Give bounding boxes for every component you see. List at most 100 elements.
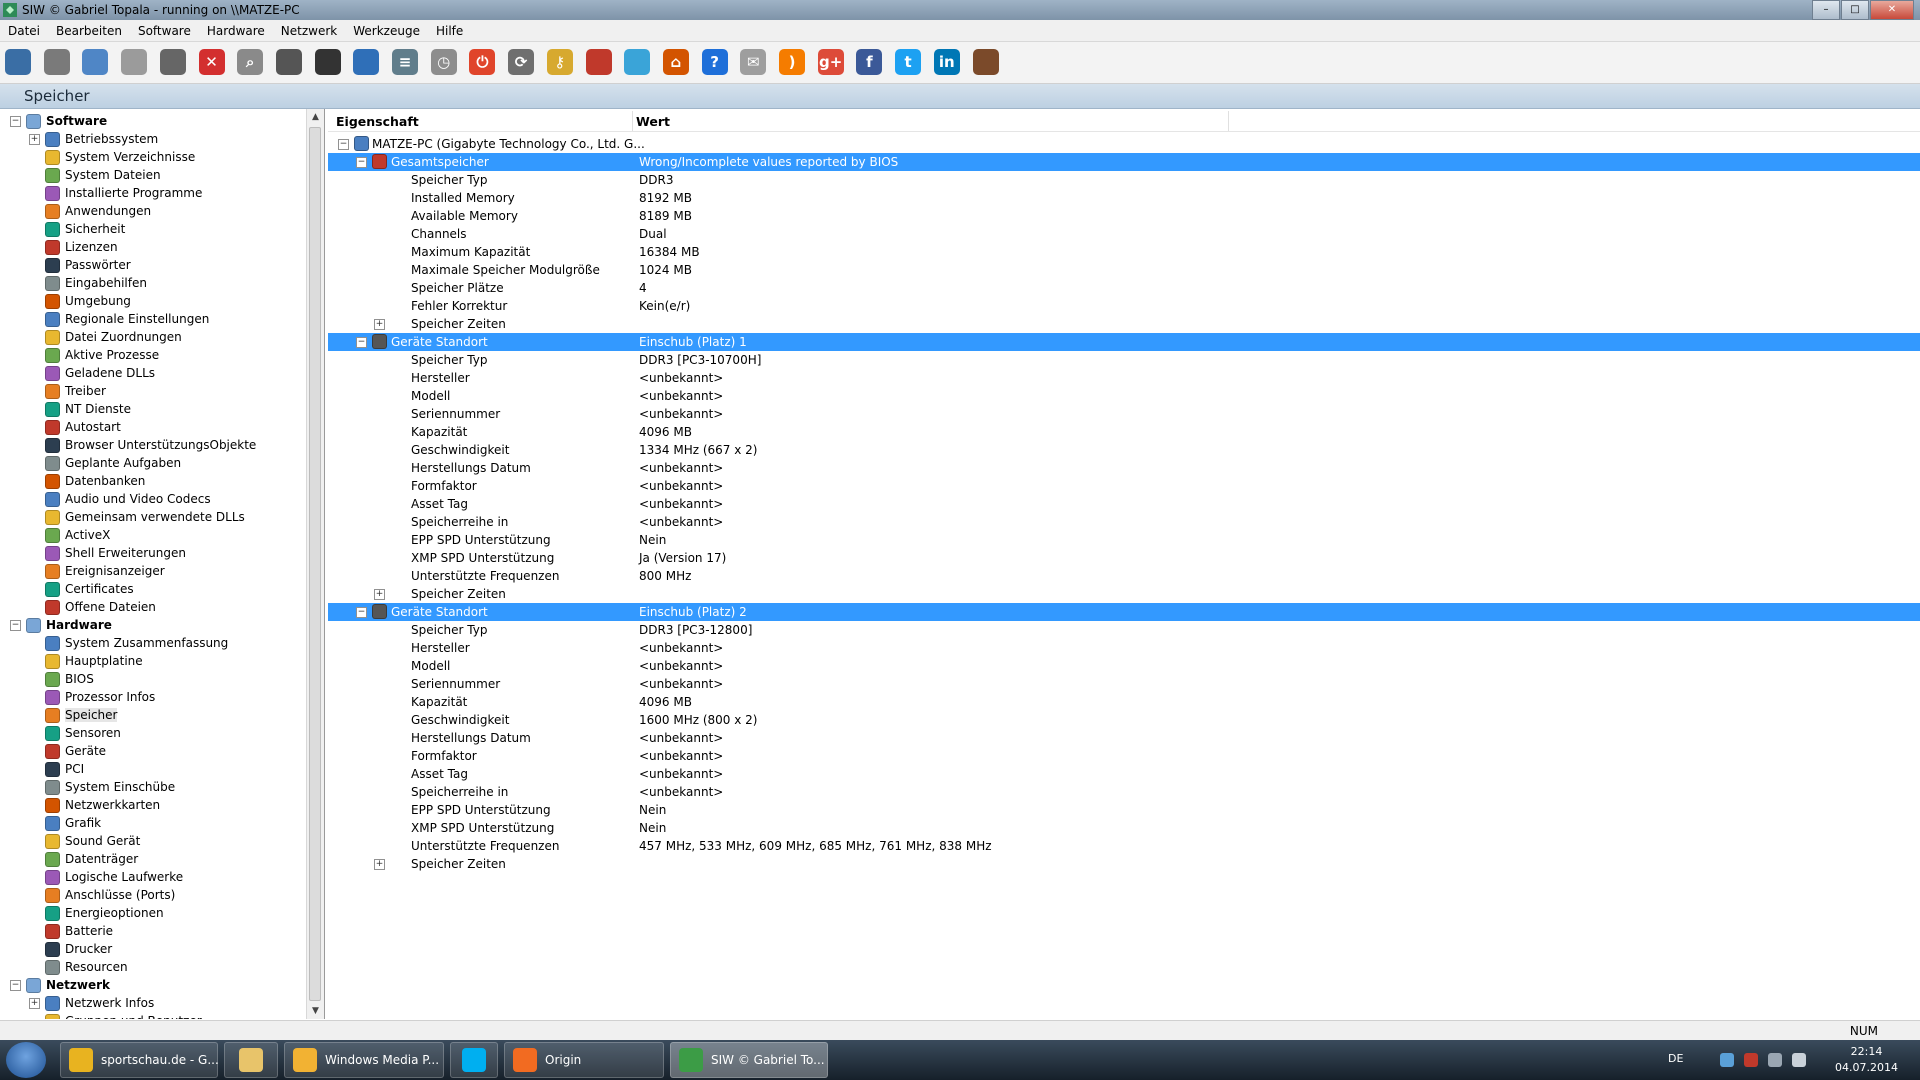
tree-item[interactable]: Geladene DLLs: [29, 364, 155, 382]
property-row[interactable]: − MATZE-PC (Gigabyte Technology Co., Ltd.…: [328, 135, 1920, 153]
property-row[interactable]: Speicher Typ DDR3: [328, 171, 1920, 189]
scroll-down-button[interactable]: ▼: [307, 1003, 324, 1019]
property-row[interactable]: EPP SPD Unterstützung Nein: [328, 801, 1920, 819]
shutdown-button[interactable]: ⏻: [466, 46, 498, 78]
tree-item[interactable]: Logische Laufwerke: [29, 868, 183, 886]
property-row[interactable]: Modell <unbekannt>: [328, 657, 1920, 675]
property-row[interactable]: Kapazität 4096 MB: [328, 693, 1920, 711]
collapse-toggle[interactable]: −: [356, 157, 367, 168]
compass-button[interactable]: [273, 46, 305, 78]
close-button[interactable]: ✕: [1870, 0, 1914, 20]
tree-item[interactable]: Datei Zuordnungen: [29, 328, 182, 346]
tree-item[interactable]: Lizenzen: [29, 238, 118, 256]
tree-item[interactable]: System Dateien: [29, 166, 161, 184]
property-row[interactable]: Asset Tag <unbekannt>: [328, 765, 1920, 783]
cut-button[interactable]: [41, 46, 73, 78]
paste-button[interactable]: [118, 46, 150, 78]
tree-item[interactable]: + Netzwerk Infos: [29, 994, 154, 1012]
tree-item[interactable]: Drucker: [29, 940, 112, 958]
list-button[interactable]: ≡: [389, 46, 421, 78]
tree-item[interactable]: Datenträger: [29, 850, 138, 868]
property-row[interactable]: Modell <unbekannt>: [328, 387, 1920, 405]
tree-item[interactable]: Sensoren: [29, 724, 121, 742]
tree-item[interactable]: ActiveX: [29, 526, 110, 544]
property-row[interactable]: Speicher Typ DDR3 [PC3-10700H]: [328, 351, 1920, 369]
tree-item[interactable]: System Einschübe: [29, 778, 175, 796]
tree-category-network[interactable]: − Netzwerk: [10, 976, 110, 994]
tree-item[interactable]: Energieoptionen: [29, 904, 164, 922]
tree-item[interactable]: Geräte: [29, 742, 106, 760]
collapse-toggle[interactable]: −: [10, 979, 21, 991]
tree-item[interactable]: Resourcen: [29, 958, 128, 976]
help-button[interactable]: ?: [699, 46, 731, 78]
tree-item[interactable]: Treiber: [29, 382, 106, 400]
stop-button[interactable]: ✕: [196, 46, 228, 78]
linkedin-button[interactable]: in: [931, 46, 963, 78]
save-button[interactable]: [2, 46, 34, 78]
taskbar-item-chrome[interactable]: sportschau.de - G...: [60, 1042, 219, 1078]
menu-werkzeuge[interactable]: Werkzeuge: [345, 24, 428, 38]
tree-item[interactable]: Anschlüsse (Ports): [29, 886, 175, 904]
menu-hilfe[interactable]: Hilfe: [428, 24, 471, 38]
tree-item[interactable]: NT Dienste: [29, 400, 131, 418]
property-row[interactable]: Hersteller <unbekannt>: [328, 369, 1920, 387]
collapse-toggle[interactable]: −: [10, 115, 21, 127]
tree-item[interactable]: Sound Gerät: [29, 832, 140, 850]
tree-item[interactable]: Gemeinsam verwendete DLLs: [29, 508, 245, 526]
minimize-button[interactable]: –: [1812, 0, 1840, 20]
menu-datei[interactable]: Datei: [0, 24, 48, 38]
property-row[interactable]: Maximale Speicher Modulgröße 1024 MB: [328, 261, 1920, 279]
scroll-thumb[interactable]: [309, 127, 321, 1001]
collapse-toggle[interactable]: −: [10, 619, 21, 631]
expand-toggle[interactable]: +: [374, 589, 385, 600]
property-row[interactable]: Geschwindigkeit 1334 MHz (667 x 2): [328, 441, 1920, 459]
collapse-toggle[interactable]: −: [338, 139, 349, 150]
tree-item[interactable]: BIOS: [29, 670, 94, 688]
property-row[interactable]: + Speicher Zeiten: [328, 315, 1920, 333]
collapse-toggle[interactable]: −: [356, 337, 367, 348]
antivirus-tray-icon[interactable]: [1744, 1053, 1758, 1067]
search-button[interactable]: ⌕: [234, 46, 266, 78]
tree-item[interactable]: Ereignisanzeiger: [29, 562, 165, 580]
column-header-property[interactable]: Eigenschaft: [336, 114, 419, 129]
menu-software[interactable]: Software: [130, 24, 199, 38]
tree-item[interactable]: Installierte Programme: [29, 184, 202, 202]
flag-tray-icon[interactable]: [1768, 1053, 1782, 1067]
property-row[interactable]: Speicherreihe in <unbekannt>: [328, 783, 1920, 801]
tree-item[interactable]: System Zusammenfassung: [29, 634, 228, 652]
timer-button[interactable]: ◷: [428, 46, 460, 78]
tree-item[interactable]: Prozessor Infos: [29, 688, 155, 706]
google-plus-button[interactable]: g+: [815, 46, 847, 78]
property-row[interactable]: Speicher Plätze 4: [328, 279, 1920, 297]
expand-toggle[interactable]: +: [29, 997, 40, 1009]
tree-item[interactable]: Umgebung: [29, 292, 131, 310]
language-indicator[interactable]: DE: [1668, 1052, 1683, 1065]
tree-item[interactable]: Datenbanken: [29, 472, 145, 490]
tree-scrollbar[interactable]: ▲ ▼: [306, 109, 324, 1019]
coffee-button[interactable]: [970, 46, 1002, 78]
monitor-button[interactable]: [312, 46, 344, 78]
property-row[interactable]: Geschwindigkeit 1600 MHz (800 x 2): [328, 711, 1920, 729]
property-row[interactable]: Unterstützte Frequenzen 457 MHz, 533 MHz,…: [328, 837, 1920, 855]
expand-toggle[interactable]: +: [29, 133, 40, 145]
property-row[interactable]: EPP SPD Unterstützung Nein: [328, 531, 1920, 549]
taskbar-item-explorer[interactable]: [224, 1042, 278, 1078]
expand-toggle[interactable]: +: [374, 859, 385, 870]
tree-item[interactable]: Hauptplatine: [29, 652, 143, 670]
tree-item[interactable]: Anwendungen: [29, 202, 151, 220]
rss-button[interactable]: ): [776, 46, 808, 78]
volume-tray-icon[interactable]: [1792, 1053, 1806, 1067]
tree-item[interactable]: Netzwerkkarten: [29, 796, 160, 814]
tree-item[interactable]: Offene Dateien: [29, 598, 156, 616]
menu-hardware[interactable]: Hardware: [199, 24, 273, 38]
tree-item[interactable]: Certificates: [29, 580, 134, 598]
copy-button[interactable]: [79, 46, 111, 78]
property-row[interactable]: XMP SPD Unterstützung Nein: [328, 819, 1920, 837]
property-row[interactable]: Fehler Korrektur Kein(e/r): [328, 297, 1920, 315]
tree-item[interactable]: System Verzeichnisse: [29, 148, 195, 166]
property-row[interactable]: Available Memory 8189 MB: [328, 207, 1920, 225]
web-button[interactable]: [621, 46, 653, 78]
tree-item[interactable]: Shell Erweiterungen: [29, 544, 186, 562]
property-row[interactable]: Formfaktor <unbekannt>: [328, 477, 1920, 495]
tree-item[interactable]: Gruppen und Benutzer: [29, 1012, 202, 1019]
